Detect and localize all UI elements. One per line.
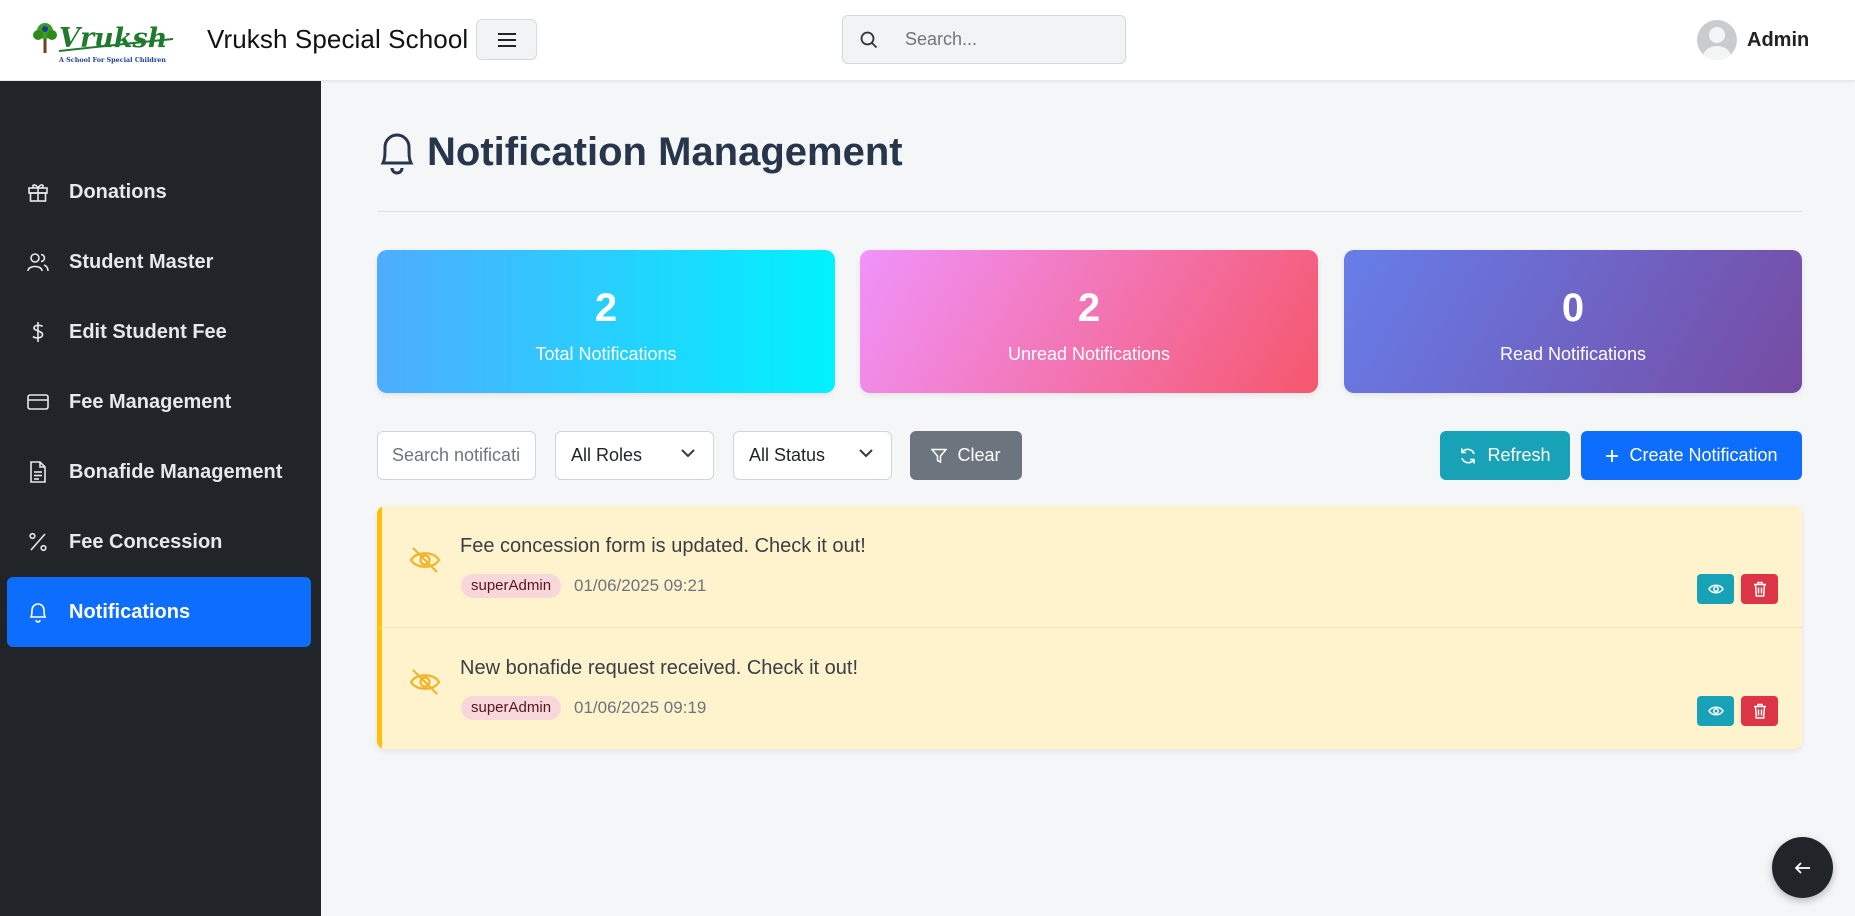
back-button[interactable]: [1772, 837, 1833, 898]
sidebar-item-fee-management[interactable]: Fee Management: [7, 367, 311, 437]
stat-value: 2: [594, 286, 618, 330]
status-filter-value: All Status: [749, 445, 826, 465]
view-button[interactable]: [1697, 574, 1734, 604]
bell-icon: [380, 133, 414, 175]
sidebar-item-bonafide-management[interactable]: Bonafide Management: [7, 437, 311, 507]
global-search: [842, 15, 1126, 64]
sidebar-item-edit-student-fee[interactable]: Edit Student Fee: [7, 297, 311, 367]
hamburger-icon: [497, 32, 516, 47]
dollar-icon: [32, 322, 44, 342]
user-menu[interactable]: Admin: [1697, 19, 1809, 61]
role-badge: superAdmin: [461, 696, 562, 720]
stat-card-unread: 2 Unread Notifications: [860, 250, 1318, 393]
stat-label: Unread Notifications: [1007, 344, 1171, 364]
gift-icon: [28, 184, 48, 202]
stat-card-total: 2 Total Notifications: [377, 250, 835, 393]
refresh-button[interactable]: Refresh: [1440, 431, 1570, 480]
sidebar-item-label: Student Master: [69, 250, 214, 273]
sidebar-item-label: Fee Management: [69, 390, 232, 413]
global-search-input[interactable]: [905, 16, 1115, 63]
notification-message: Fee concession form is updated. Check it…: [460, 535, 866, 557]
stat-card-read: 0 Read Notifications: [1344, 250, 1802, 393]
search-icon: [860, 31, 878, 49]
bell-icon: [29, 603, 47, 623]
create-notification-label: Create Notification: [1629, 445, 1778, 465]
avatar: [1697, 20, 1737, 60]
notification-timestamp: 01/06/2025 09:21: [574, 576, 707, 595]
role-filter-select[interactable]: All Roles: [555, 431, 714, 480]
list-item[interactable]: New bonafide request received. Check it …: [377, 628, 1802, 749]
sidebar-item-donations[interactable]: Donations: [7, 157, 311, 227]
school-logo[interactable]: Vruksh A School For Special Children: [33, 17, 191, 65]
sidebar: Donations Student Master Edit Student Fe…: [0, 81, 321, 916]
menu-toggle-button[interactable]: [476, 19, 537, 60]
delete-button[interactable]: [1741, 574, 1778, 604]
sidebar-item-label: Fee Concession: [69, 530, 223, 553]
stat-value: 0: [1561, 286, 1585, 330]
stat-label: Read Notifications: [1499, 344, 1647, 364]
eye-icon: [1707, 706, 1724, 716]
percent-icon: [29, 532, 47, 552]
stat-label: Total Notifications: [535, 344, 677, 364]
sidebar-item-label: Edit Student Fee: [69, 320, 227, 343]
eye-off-icon: [409, 669, 441, 695]
stat-value: 2: [1077, 286, 1101, 330]
clear-filters-label: Clear: [957, 445, 1001, 465]
trash-icon: [1753, 703, 1766, 719]
brand-name: Vruksh Special School: [207, 24, 469, 54]
refresh-icon: [1461, 448, 1476, 463]
arrow-left-icon: [1794, 861, 1810, 874]
sidebar-item-student-master[interactable]: Student Master: [7, 227, 311, 297]
role-badge: superAdmin: [461, 574, 562, 598]
role-filter-value: All Roles: [571, 445, 643, 465]
sidebar-item-notifications[interactable]: Notifications: [7, 577, 311, 647]
user-name: Admin: [1747, 28, 1810, 51]
users-icon: [27, 253, 49, 272]
view-button[interactable]: [1697, 696, 1734, 726]
plus-icon: [1606, 449, 1619, 462]
chevron-down-icon: [859, 449, 873, 458]
notification-message: New bonafide request received. Check it …: [460, 657, 858, 679]
list-item[interactable]: Fee concession form is updated. Check it…: [377, 506, 1802, 628]
clear-filters-button[interactable]: Clear: [910, 431, 1022, 480]
sidebar-item-label: Notifications: [69, 600, 191, 623]
eye-icon: [1707, 584, 1724, 594]
sidebar-item-label: Donations: [69, 180, 167, 203]
page-header: Notification Management: [377, 124, 903, 180]
document-icon: [30, 461, 46, 483]
eye-off-icon: [409, 547, 441, 573]
sidebar-item-label: Bonafide Management: [69, 460, 283, 483]
page-title: Notification Management: [427, 129, 903, 174]
refresh-label: Refresh: [1487, 445, 1551, 465]
logo-tagline: A School For Special Children: [58, 56, 166, 64]
filter-icon: [931, 448, 948, 463]
notification-search-input[interactable]: [377, 431, 536, 480]
status-filter-select[interactable]: All Status: [733, 431, 892, 480]
credit-card-icon: [27, 394, 49, 410]
title-divider: [377, 211, 1802, 212]
trash-icon: [1753, 581, 1766, 597]
notification-timestamp: 01/06/2025 09:19: [574, 698, 707, 717]
sidebar-item-fee-concession[interactable]: Fee Concession: [7, 507, 311, 577]
chevron-down-icon: [681, 449, 695, 458]
top-header: Vruksh A School For Special Children Vru…: [0, 0, 1855, 81]
notification-list: Fee concession form is updated. Check it…: [377, 506, 1802, 749]
create-notification-button[interactable]: Create Notification: [1581, 431, 1802, 480]
delete-button[interactable]: [1741, 696, 1778, 726]
